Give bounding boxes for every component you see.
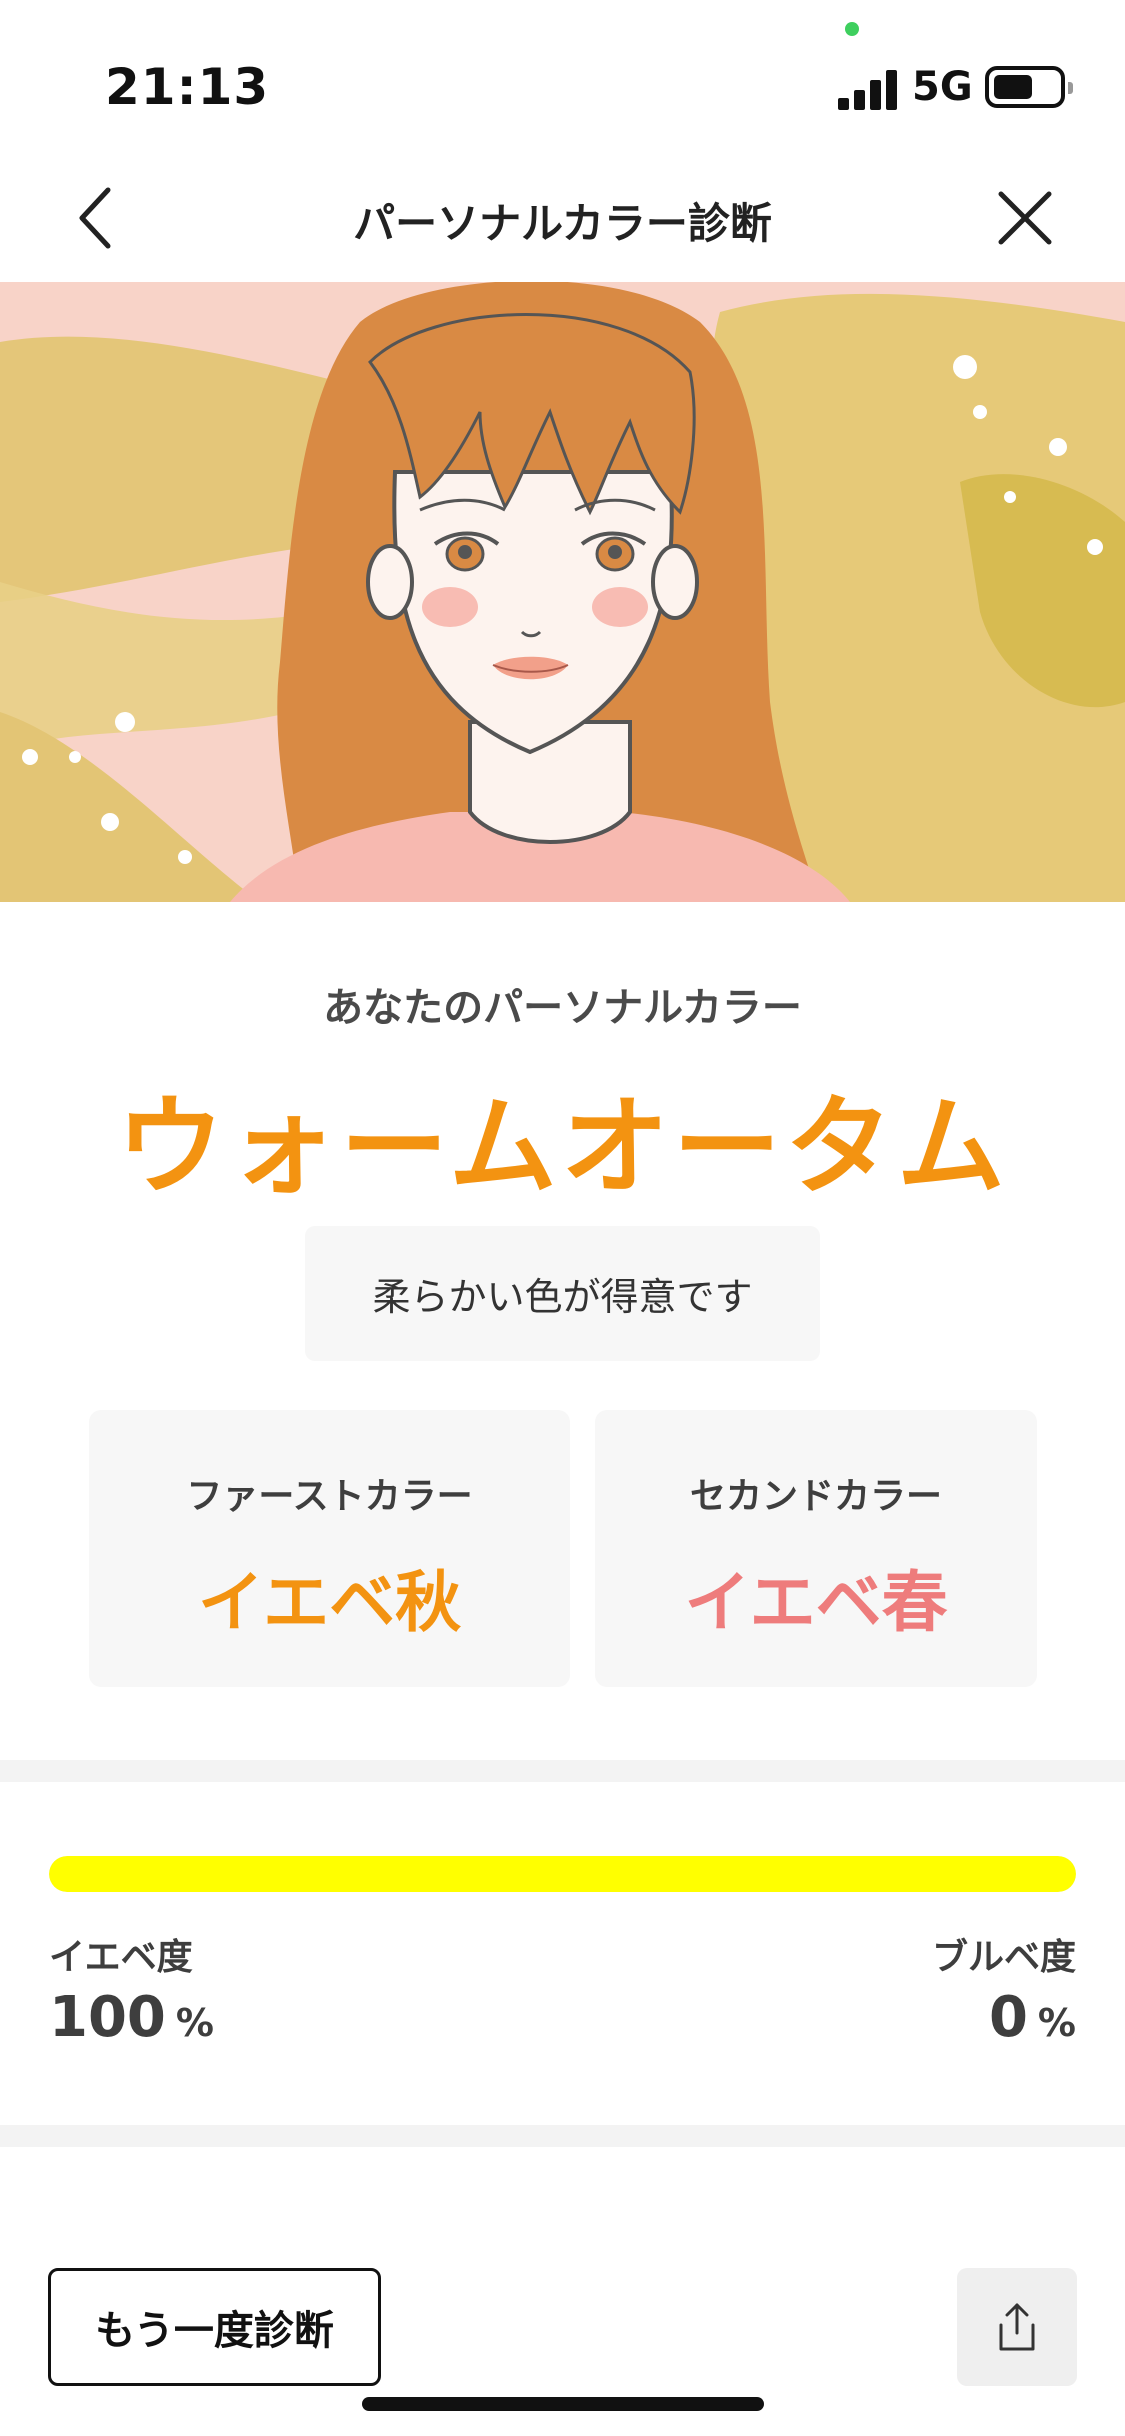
first-color-label: ファーストカラー bbox=[186, 1476, 473, 1517]
network-type: 5G bbox=[912, 64, 973, 110]
section-divider bbox=[0, 1760, 1125, 1782]
battery-fill bbox=[994, 75, 1032, 99]
close-button[interactable] bbox=[985, 178, 1065, 258]
home-indicator bbox=[362, 2397, 764, 2411]
blue-base-value: 0% bbox=[989, 1985, 1076, 2050]
second-color-card: セカンドカラー イエベ春 bbox=[595, 1410, 1037, 1687]
signal-icon bbox=[838, 66, 900, 110]
yellow-blue-progress-bar bbox=[49, 1856, 1076, 1892]
status-time: 21:13 bbox=[105, 58, 270, 116]
result-tagline: 柔らかい色が得意です bbox=[305, 1226, 820, 1361]
yellow-base-label: イエベ度 bbox=[49, 1937, 193, 1978]
second-color-label: セカンドカラー bbox=[689, 1476, 942, 1517]
result-label: あなたのパーソナルカラー bbox=[323, 985, 802, 1031]
status-bar: 21:13 5G bbox=[0, 0, 1125, 150]
share-button[interactable] bbox=[957, 2268, 1077, 2386]
first-color-value: イエベ秋 bbox=[197, 1564, 462, 1641]
battery-tip bbox=[1068, 82, 1073, 94]
hero-illustration bbox=[0, 282, 1125, 902]
progress-fill bbox=[49, 1856, 1076, 1892]
retry-diagnosis-button[interactable]: もう一度診断 bbox=[48, 2268, 381, 2386]
percent-unit: % bbox=[1037, 2001, 1076, 2045]
page-title: パーソナルカラー診断 bbox=[353, 199, 772, 248]
blue-base-number: 0 bbox=[988, 1985, 1028, 2050]
result-type: ウォームオータム bbox=[116, 1085, 1009, 1210]
share-icon bbox=[999, 2303, 1035, 2351]
first-color-card: ファーストカラー イエベ秋 bbox=[89, 1410, 570, 1687]
camera-indicator-dot bbox=[845, 22, 859, 36]
close-icon bbox=[998, 191, 1052, 245]
battery-icon bbox=[985, 66, 1073, 108]
yellow-base-number: 100 bbox=[49, 1985, 166, 2050]
section-divider bbox=[0, 2125, 1125, 2147]
yellow-base-value: 100% bbox=[49, 1985, 214, 2050]
percent-unit: % bbox=[175, 2001, 214, 2045]
second-color-value: イエベ春 bbox=[684, 1564, 948, 1641]
blue-base-label: ブルベ度 bbox=[931, 1937, 1076, 1978]
nav-bar: パーソナルカラー診断 bbox=[0, 150, 1125, 282]
